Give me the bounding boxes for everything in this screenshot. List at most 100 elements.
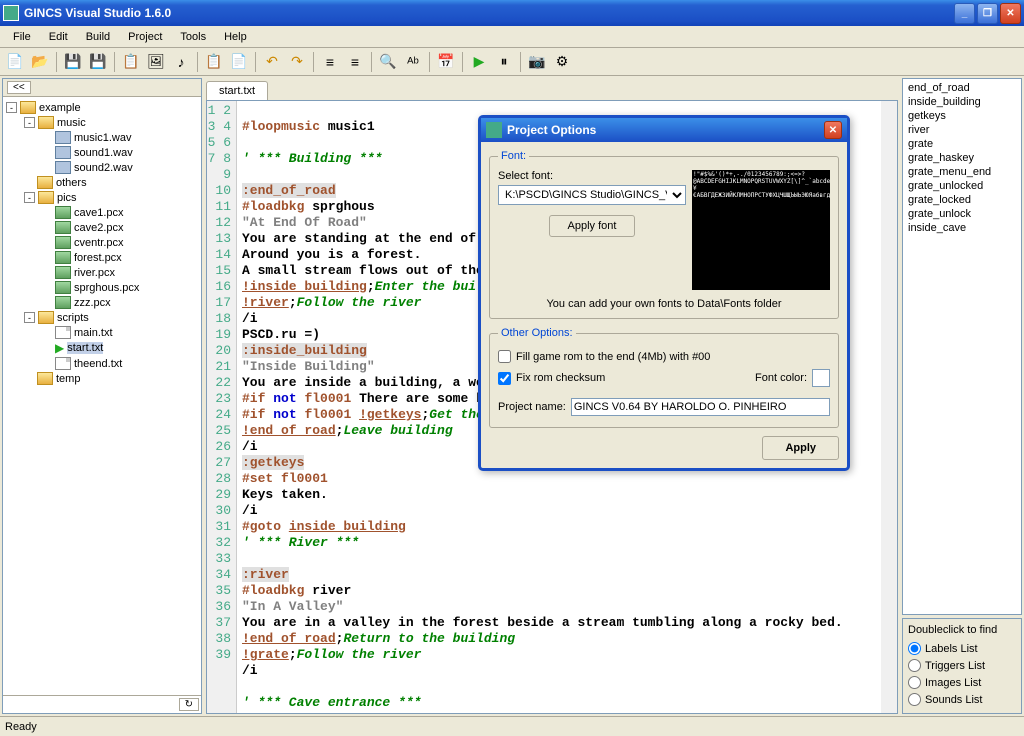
font-color-label: Font color: [755, 372, 807, 384]
window-title: GINCS Visual Studio 1.6.0 [24, 6, 171, 20]
radio-labels[interactable]: Labels List [908, 640, 1016, 657]
label-item[interactable]: river [905, 123, 1019, 137]
menu-project[interactable]: Project [120, 29, 170, 45]
folder-icon [20, 101, 36, 114]
expand-icon[interactable]: - [24, 312, 35, 323]
label-item[interactable]: grate_locked [905, 193, 1019, 207]
image-icon [55, 266, 71, 279]
menu-help[interactable]: Help [216, 29, 255, 45]
font-preview: !"#$%&'()*+,-./0123456789:;<=>?@ABCDEFGH… [692, 170, 830, 290]
pause-icon[interactable]: ⏸ [493, 51, 515, 73]
other-group-legend: Other Options: [498, 327, 576, 339]
gear-icon[interactable]: ⚙ [551, 51, 573, 73]
undo-icon[interactable]: ↶ [261, 51, 283, 73]
statusbar: Ready [0, 716, 1024, 736]
saveall-icon[interactable]: 💾 [87, 51, 109, 73]
project-options-dialog: Project Options ✕ Font: Select font: K:\… [478, 115, 850, 471]
dialog-icon [486, 122, 502, 138]
project-tree-panel: << -example -music music1.wav sound1.wav… [2, 78, 202, 714]
refresh-button[interactable]: ↻ [179, 698, 199, 711]
open-icon[interactable]: 📂 [29, 51, 51, 73]
font-select[interactable]: K:\PSCD\GINCS Studio\GINCS_V [498, 185, 686, 205]
expand-icon[interactable]: - [24, 117, 35, 128]
expand-icon[interactable]: - [24, 192, 35, 203]
file-icon [55, 326, 71, 339]
radio-sounds[interactable]: Sounds List [908, 691, 1016, 708]
window-titlebar: GINCS Visual Studio 1.6.0 _ ❐ ✕ [0, 0, 1024, 26]
find-mode-title: Doubleclick to find [908, 624, 1016, 636]
menu-tools[interactable]: Tools [172, 29, 214, 45]
radio-triggers[interactable]: Triggers List [908, 657, 1016, 674]
new-icon[interactable]: 📄 [4, 51, 26, 73]
image-icon[interactable]: 🖼 [145, 51, 167, 73]
project-name-input[interactable] [571, 398, 830, 416]
label-item[interactable]: grate_menu_end [905, 165, 1019, 179]
folder-icon [38, 116, 54, 129]
menu-edit[interactable]: Edit [41, 29, 76, 45]
find-icon[interactable]: 🔍 [377, 51, 399, 73]
vertical-scrollbar[interactable] [881, 101, 897, 713]
menu-build[interactable]: Build [78, 29, 118, 45]
image-icon [55, 296, 71, 309]
music-icon[interactable]: ♪ [170, 51, 192, 73]
save-icon[interactable]: 💾 [62, 51, 84, 73]
apply-font-button[interactable]: Apply font [549, 215, 636, 237]
copy-icon[interactable]: 📋 [203, 51, 225, 73]
label-item[interactable]: grate [905, 137, 1019, 151]
dialog-title: Project Options [507, 123, 596, 137]
menubar: File Edit Build Project Tools Help [0, 26, 1024, 48]
dialog-close-button[interactable]: ✕ [824, 121, 842, 139]
active-file-icon: ▶ [55, 341, 64, 355]
label-item[interactable]: grate_haskey [905, 151, 1019, 165]
folder-icon [37, 176, 53, 189]
sound-icon [55, 161, 71, 174]
project-tree[interactable]: -example -music music1.wav sound1.wav so… [3, 97, 201, 695]
image-icon [55, 206, 71, 219]
menu-file[interactable]: File [5, 29, 39, 45]
redo-icon[interactable]: ↷ [286, 51, 308, 73]
maximize-button[interactable]: ❐ [977, 3, 998, 24]
label-item[interactable]: inside_building [905, 95, 1019, 109]
apply-button[interactable]: Apply [762, 436, 839, 460]
sound-icon [55, 146, 71, 159]
folder-icon [38, 311, 54, 324]
collapse-button[interactable]: << [7, 81, 31, 94]
app-icon [3, 5, 19, 21]
minimize-button[interactable]: _ [954, 3, 975, 24]
label-item[interactable]: inside_cave [905, 221, 1019, 235]
status-text: Ready [5, 721, 37, 733]
image-icon [55, 281, 71, 294]
label-item[interactable]: grate_unlocked [905, 179, 1019, 193]
fix-checksum-checkbox[interactable] [498, 372, 511, 385]
folder-icon [37, 372, 53, 385]
outdent-icon[interactable]: ≡ [344, 51, 366, 73]
replace-icon[interactable]: ᴬᵇ [402, 51, 424, 73]
folder-icon [38, 191, 54, 204]
expand-icon[interactable]: - [6, 102, 17, 113]
fill-rom-checkbox[interactable] [498, 350, 511, 363]
line-gutter: 1 2 3 4 5 6 7 8 9 10 11 12 13 14 15 16 1… [207, 101, 237, 713]
font-note: You can add your own fonts to Data\Fonts… [498, 298, 830, 310]
doc-icon[interactable]: 📋 [120, 51, 142, 73]
image-icon [55, 221, 71, 234]
radio-images[interactable]: Images List [908, 674, 1016, 691]
font-group-legend: Font: [498, 150, 529, 162]
tab-start[interactable]: start.txt [206, 81, 268, 100]
select-font-label: Select font: [498, 170, 686, 182]
close-button[interactable]: ✕ [1000, 3, 1021, 24]
labels-list[interactable]: end_of_roadinside_buildinggetkeysrivergr… [902, 78, 1022, 615]
image-icon [55, 236, 71, 249]
label-item[interactable]: grate_unlock [905, 207, 1019, 221]
calendar-icon[interactable]: 📅 [435, 51, 457, 73]
font-color-swatch[interactable] [812, 369, 830, 387]
indent-icon[interactable]: ≡ [319, 51, 341, 73]
label-item[interactable]: getkeys [905, 109, 1019, 123]
project-name-label: Project name: [498, 401, 566, 413]
run-icon[interactable]: ▶ [468, 51, 490, 73]
toolbar: 📄 📂 💾 💾 📋 🖼 ♪ 📋 📄 ↶ ↷ ≡ ≡ 🔍 ᴬᵇ 📅 ▶ ⏸ 📷 ⚙ [0, 48, 1024, 76]
label-item[interactable]: end_of_road [905, 81, 1019, 95]
camera-icon[interactable]: 📷 [526, 51, 548, 73]
paste-icon[interactable]: 📄 [228, 51, 250, 73]
file-icon [55, 357, 71, 370]
sound-icon [55, 131, 71, 144]
